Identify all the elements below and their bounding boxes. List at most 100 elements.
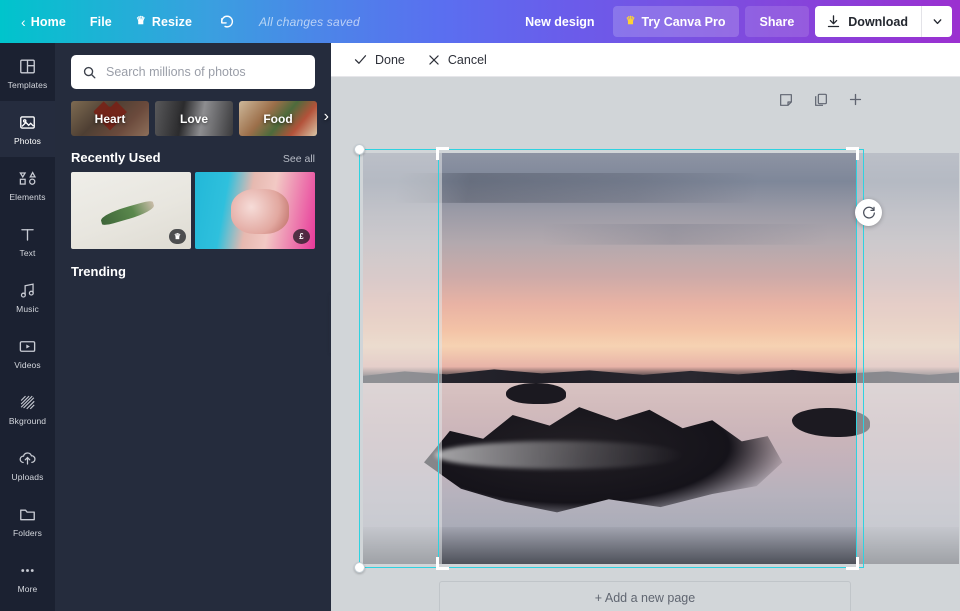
sidebar-item-label: Bkground bbox=[8, 415, 47, 426]
category-chip-heart[interactable]: Heart bbox=[71, 101, 149, 136]
crop-visible-window bbox=[442, 153, 857, 564]
category-chips: Heart Love Food › bbox=[71, 101, 329, 136]
category-chip-food[interactable]: Food bbox=[239, 101, 317, 136]
sidebar-item-label: Uploads bbox=[11, 471, 44, 482]
section-title: Recently Used bbox=[71, 150, 161, 165]
sidebar-item-videos[interactable]: Videos bbox=[0, 325, 55, 381]
photo-sky bbox=[442, 153, 857, 384]
rotate-button[interactable] bbox=[855, 199, 882, 226]
download-options-button[interactable] bbox=[921, 6, 952, 37]
photo-rock-small bbox=[506, 383, 566, 404]
sidebar-item-more[interactable]: More bbox=[0, 549, 55, 605]
photo-search-bar[interactable] bbox=[71, 55, 315, 89]
text-icon bbox=[18, 225, 37, 245]
top-toolbar: ‹ Home File ♛ Resize All changes saved N… bbox=[0, 0, 960, 43]
add-new-page-button[interactable]: + Add a new page bbox=[439, 581, 851, 611]
sidebar-item-uploads[interactable]: Uploads bbox=[0, 437, 55, 493]
sidebar-item-label: Videos bbox=[14, 359, 41, 370]
panel-collapse-toggle[interactable]: ❮ bbox=[329, 295, 331, 353]
crown-icon: ♛ bbox=[135, 15, 146, 27]
canva-editor-app: ‹ Home File ♛ Resize All changes saved N… bbox=[0, 0, 960, 611]
recently-used-header: Recently Used See all bbox=[71, 150, 315, 165]
recently-used-row: ♛ £ bbox=[71, 172, 315, 249]
try-pro-label: Try Canva Pro bbox=[641, 14, 726, 29]
file-label: File bbox=[89, 14, 112, 29]
home-button[interactable]: ‹ Home bbox=[10, 7, 77, 37]
sidebar-item-music[interactable]: Music bbox=[0, 269, 55, 325]
crown-icon: ♛ bbox=[625, 15, 636, 27]
rotate-refresh-icon bbox=[862, 206, 875, 219]
status-badge: ♛ bbox=[169, 229, 186, 244]
photo-inside-crop bbox=[442, 153, 857, 564]
sidebar-item-text[interactable]: Text bbox=[0, 213, 55, 269]
templates-icon bbox=[18, 57, 37, 77]
list-item[interactable]: ♛ bbox=[71, 172, 191, 249]
chevron-down-icon bbox=[933, 19, 941, 25]
undo-button[interactable] bbox=[211, 7, 243, 37]
top-toolbar-left-group: ‹ Home File ♛ Resize All changes saved bbox=[10, 7, 360, 37]
chip-label: Food bbox=[263, 111, 293, 126]
home-label: Home bbox=[30, 14, 66, 29]
uploads-icon bbox=[18, 449, 37, 469]
chevron-right-icon[interactable]: › bbox=[324, 109, 329, 125]
resize-button[interactable]: ♛ Resize bbox=[125, 7, 203, 37]
resize-handle-bottom-left[interactable] bbox=[354, 562, 365, 573]
elements-icon bbox=[18, 169, 37, 189]
sidebar-item-background[interactable]: Bkground bbox=[0, 381, 55, 437]
search-icon bbox=[83, 66, 96, 78]
undo-icon bbox=[220, 15, 233, 28]
share-button[interactable]: Share bbox=[744, 6, 810, 37]
sidebar-item-label: Templates bbox=[7, 79, 48, 90]
page-tools bbox=[777, 91, 864, 108]
new-design-label: New design bbox=[525, 14, 595, 29]
canvas-area[interactable]: + Add a new page bbox=[331, 77, 960, 611]
photo-foreground bbox=[442, 527, 857, 564]
trending-column-right: ♛ £ bbox=[195, 286, 315, 298]
see-all-link[interactable]: See all bbox=[283, 153, 315, 165]
sidebar-item-label: Music bbox=[16, 303, 39, 314]
editor-area: Done Cancel + Add a new page bbox=[331, 43, 960, 611]
status-badge: £ bbox=[293, 229, 310, 244]
chip-label: Heart bbox=[94, 111, 126, 126]
try-canva-pro-button[interactable]: ♛ Try Canva Pro bbox=[612, 6, 739, 37]
download-group: Download bbox=[815, 6, 952, 37]
sidebar-item-label: Text bbox=[19, 247, 36, 258]
trending-column-left: £ £ £ bbox=[71, 286, 191, 298]
file-menu-button[interactable]: File bbox=[79, 7, 123, 37]
sidebar-item-templates[interactable]: Templates bbox=[0, 45, 55, 101]
photos-panel-content: Heart Love Food › Recently Used See all bbox=[55, 43, 331, 611]
cancel-button[interactable]: Cancel bbox=[418, 47, 496, 73]
resize-handle-top-left[interactable] bbox=[354, 144, 365, 155]
notes-icon[interactable] bbox=[777, 91, 794, 108]
add-page-label: + Add a new page bbox=[594, 590, 696, 605]
download-arrow-icon bbox=[828, 15, 840, 28]
section-title: Trending bbox=[71, 264, 126, 279]
close-icon bbox=[429, 54, 439, 65]
videos-icon bbox=[18, 337, 37, 357]
sidebar-item-label: Elements bbox=[9, 191, 46, 202]
background-icon bbox=[18, 393, 37, 413]
download-label: Download bbox=[848, 14, 908, 29]
category-chip-love[interactable]: Love bbox=[155, 101, 233, 136]
sidebar-item-folders[interactable]: Folders bbox=[0, 493, 55, 549]
duplicate-page-icon[interactable] bbox=[812, 91, 829, 108]
main-body: Templates Photos Elements Text Music Vid… bbox=[0, 43, 960, 611]
new-design-button[interactable]: New design bbox=[513, 7, 606, 37]
crop-toolbar: Done Cancel bbox=[331, 43, 960, 77]
done-label: Done bbox=[375, 52, 405, 67]
resize-label: Resize bbox=[151, 14, 193, 29]
search-input[interactable] bbox=[106, 65, 304, 79]
top-toolbar-right-group: New design ♛ Try Canva Pro Share Downloa… bbox=[513, 6, 952, 37]
more-icon bbox=[18, 561, 37, 581]
sidebar-item-photos[interactable]: Photos bbox=[0, 101, 55, 157]
folders-icon bbox=[18, 505, 37, 525]
sidebar-item-label: More bbox=[17, 583, 38, 594]
download-button[interactable]: Download bbox=[815, 6, 921, 37]
sidebar-item-label: Photos bbox=[13, 135, 42, 146]
autosave-status: All changes saved bbox=[259, 14, 360, 29]
add-page-icon[interactable] bbox=[847, 91, 864, 108]
sidebar-item-elements[interactable]: Elements bbox=[0, 157, 55, 213]
done-button[interactable]: Done bbox=[344, 47, 414, 73]
music-icon bbox=[18, 281, 37, 301]
list-item[interactable]: £ bbox=[195, 172, 315, 249]
